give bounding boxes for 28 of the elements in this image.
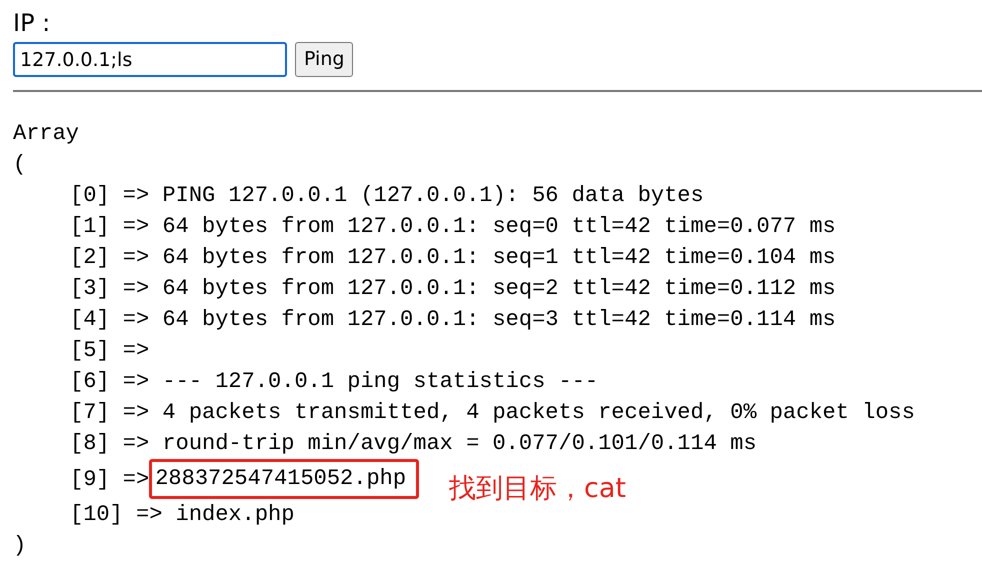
- ping-button[interactable]: Ping: [295, 42, 354, 77]
- array-value: 64 bytes from 127.0.0.1: seq=1 ttl=42 time=0.104 ms: [161, 244, 836, 272]
- field-label: IP :: [13, 8, 52, 38]
- annotation-text: 找到目标，cat: [449, 473, 626, 504]
- array-key: [3] =>: [70, 273, 150, 304]
- array-value: index.php: [174, 501, 294, 529]
- array-value: 64 bytes from 127.0.0.1: seq=0 ttl=42 time=0.077 ms: [161, 213, 836, 241]
- open-paren: (: [13, 151, 26, 179]
- array-value: 64 bytes from 127.0.0.1: seq=2 ttl=42 time=0.112 ms: [161, 275, 836, 303]
- array-value: 4 packets transmitted, 4 packets received, 0% packet loss: [161, 399, 915, 427]
- array-key: [10] =>: [70, 499, 162, 530]
- array-key: [4] =>: [70, 304, 150, 335]
- array-key: [1] =>: [70, 211, 150, 242]
- highlighted-value: 288372547415052.php: [149, 459, 420, 499]
- ip-input-field[interactable]: 127.0.0.1;ls: [13, 42, 287, 77]
- array-key: [2] =>: [70, 242, 150, 273]
- array-label: Array: [13, 120, 80, 148]
- array-value: PING 127.0.0.1 (127.0.0.1): 56 data bytes: [161, 182, 704, 210]
- array-key: [0] =>: [70, 180, 150, 211]
- close-paren: ): [13, 532, 26, 560]
- array-key: [5] =>: [70, 335, 150, 366]
- array-key: [7] =>: [70, 397, 150, 428]
- array-value: 64 bytes from 127.0.0.1: seq=3 ttl=42 time=0.114 ms: [161, 306, 836, 334]
- array-key: [6] =>: [70, 366, 150, 397]
- array-value: --- 127.0.0.1 ping statistics ---: [161, 368, 598, 396]
- array-key: [9] =>: [70, 464, 150, 494]
- array-value: round-trip min/avg/max = 0.077/0.101/0.114 ms: [161, 430, 757, 458]
- array-key: [8] =>: [70, 428, 150, 459]
